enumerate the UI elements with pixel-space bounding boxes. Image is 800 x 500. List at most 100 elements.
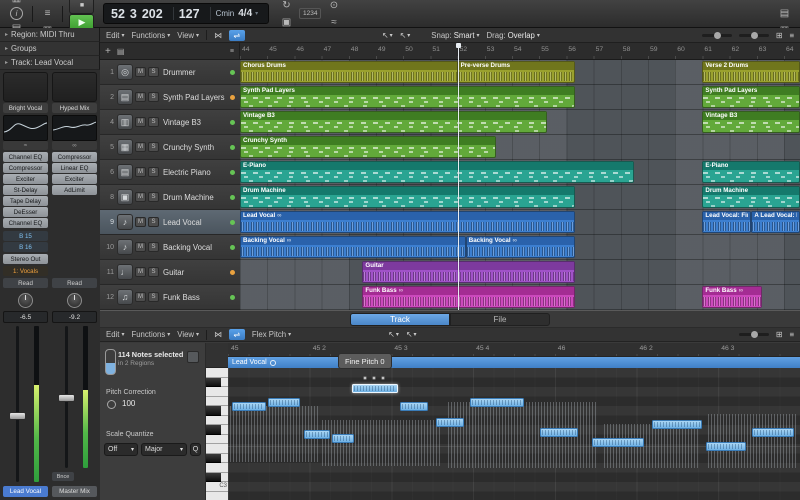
flex-pitch-note[interactable] [400,402,428,411]
send-slot-b-16[interactable]: B 16 [3,242,48,252]
track-header-funk-bass[interactable]: 12 ♫ M S Funk Bass [100,285,240,310]
region-backing-vocal[interactable]: Backing Vocal ∞ [465,236,575,258]
groups-inspector-header[interactable]: ▸ Groups [0,42,100,56]
editor-bar-ruler[interactable]: 45 45 2 45 3 45 4 46 46 2 46 3 [228,343,800,357]
group-slot[interactable]: 1: Vocals [3,266,48,276]
piano-key[interactable] [206,397,228,406]
output-slot[interactable]: Stereo Out [3,254,48,264]
track-header-drum-machine[interactable]: 8 ▣ M S Drum Machine [100,185,240,210]
region-e-piano[interactable]: E-Piano [240,161,635,183]
piano-black-key[interactable] [206,425,221,435]
piano-black-key[interactable] [206,453,221,463]
tab-track[interactable]: Track [350,313,450,326]
cycle-icon[interactable]: ↻ [278,0,295,14]
track-lane-crunchy-synth[interactable]: Crunchy Synth [240,135,800,160]
piano-keyboard[interactable]: C3 [206,368,228,500]
mute-button[interactable]: M [135,242,146,252]
mute-button[interactable]: M [135,292,146,302]
track-lane-synth-pad-layers[interactable]: Synth Pad Layers Synth Pad Layers [240,85,800,110]
pan-knob[interactable] [3,291,48,309]
track-header-crunchy-synth[interactable]: 5 ▦ M S Crunchy Synth [100,135,240,160]
channel-name[interactable]: Master Mix [52,486,97,497]
flex-mode-menu[interactable]: Flex Pitch ▾ [252,330,291,339]
piano-key[interactable] [206,492,228,500]
pitch-correction-value[interactable]: 100 [122,399,135,408]
plugin-slot-channel-eq[interactable]: Channel EQ [3,152,48,162]
track-lane-funk-bass[interactable]: Funk Bass ∞ Funk Bass ∞ [240,285,800,310]
region-funk-bass[interactable]: Funk Bass ∞ [702,286,763,308]
channel-strip-setting-button[interactable] [3,72,48,102]
count-in-badge[interactable]: 1234 [299,8,322,19]
plugin-slot-exciter[interactable]: Exciter [52,174,97,184]
input-slot[interactable]: ≈ [3,141,48,150]
record-enable-dot[interactable] [230,119,235,125]
eq-thumbnail[interactable] [3,115,48,141]
lcd-display[interactable]: 52 3 202 127 Cmin 4/4 ▾ [103,3,269,24]
plugin-slot-compressor[interactable]: Compressor [3,163,48,173]
mixer-icon[interactable]: ≡ [39,5,56,22]
mute-button[interactable]: M [135,267,146,277]
piano-key[interactable] [206,368,228,378]
playhead[interactable] [456,43,461,310]
solo-button[interactable]: S [148,167,159,177]
library-icon[interactable]: ▥ [7,0,26,7]
patch-name[interactable]: Hyped Mix [52,103,97,113]
piano-key[interactable] [206,416,228,425]
channel-name[interactable]: Lead Vocal [3,486,48,497]
inspector-icon[interactable]: i [10,7,23,20]
track-header-backing-vocal[interactable]: 10 ♪ M S Backing Vocal [100,235,240,260]
volume-fader[interactable] [52,324,97,470]
auto-track-zoom-icon[interactable]: ≡ [789,31,794,40]
bounce-button[interactable]: Bnce [52,472,74,481]
patch-name[interactable]: Bright Vocal [3,103,48,113]
region-lead-vocal-final-com[interactable]: Lead Vocal: Final Com [702,211,752,233]
track-lane-lead-vocal[interactable]: Lead Vocal∞ Lead Vocal: Final Com A Lead V… [240,210,800,235]
piano-key[interactable] [206,463,228,473]
piano-key[interactable] [206,444,228,454]
functions-menu[interactable]: Functions ▾ [131,330,170,339]
flex-pitch-note[interactable] [268,398,300,407]
record-enable-dot[interactable] [230,244,235,250]
region-chorus-drums[interactable]: Chorus Drums [240,61,458,83]
left-click-tool-menu[interactable]: ↖ ▾ [388,330,399,339]
region-vintage-b3[interactable]: Vintage B3 [702,111,800,133]
flex-pitch-note[interactable] [592,438,644,447]
solo-button[interactable]: S [148,242,159,252]
volume-readout[interactable]: -9.2 [52,311,97,323]
plugin-slot-exciter[interactable]: Exciter [3,174,48,184]
region-synth-pad-layers[interactable]: Synth Pad Layers [702,86,800,108]
volume-readout[interactable]: -6.5 [3,311,48,323]
plugin-slot-deesser[interactable]: DeEsser [3,207,48,217]
solo-button[interactable]: S [148,217,159,227]
region-drum-machine[interactable]: Drum Machine [702,186,800,208]
edit-menu[interactable]: Edit ▾ [106,31,124,40]
track-header-guitar[interactable]: 11 ♩ M S Guitar [100,260,240,285]
flex-pitch-note-area[interactable] [228,368,800,500]
track-inspector-header[interactable]: ▸ Track: Lead Vocal [0,56,100,70]
pitch-drift-handle[interactable] [363,376,367,380]
track-lane-guitar[interactable]: Guitar [240,260,800,285]
track-sort-icon[interactable]: ≡ [230,48,234,55]
plugin-slot-st-delay[interactable]: St-Delay [3,185,48,195]
eq-thumbnail[interactable] [52,115,97,141]
mute-button[interactable]: M [135,167,146,177]
tuner-icon[interactable]: ⊙ [325,0,342,14]
region-settings-button[interactable] [187,351,199,363]
piano-key[interactable] [206,387,228,397]
track-header-drummer[interactable]: 1 ◎ M S Drummer [100,60,240,85]
channel-strip-setting-button[interactable] [52,72,97,102]
tracks-area[interactable]: Chorus Drums Pre-verse Drums Verse 2 Drums… [240,60,800,310]
piano-black-key[interactable] [206,406,221,416]
stop-button[interactable]: ■ [69,0,94,14]
plugin-slot-compressor[interactable]: Compressor [52,152,97,162]
send-slot-b-15[interactable]: B 15 [3,231,48,241]
mute-button[interactable]: M [135,192,146,202]
functions-menu[interactable]: Functions ▾ [131,31,170,40]
flex-pitch-note[interactable] [232,402,266,411]
view-menu[interactable]: View ▾ [177,31,199,40]
region-drum-machine[interactable]: Drum Machine [240,186,575,208]
stereo-format-icon[interactable]: ∞ [52,141,97,150]
edit-menu[interactable]: Edit ▾ [106,330,124,339]
flex-pitch-note[interactable] [540,428,578,437]
new-track-with-duplicate-icon[interactable]: ▤ [117,47,125,56]
